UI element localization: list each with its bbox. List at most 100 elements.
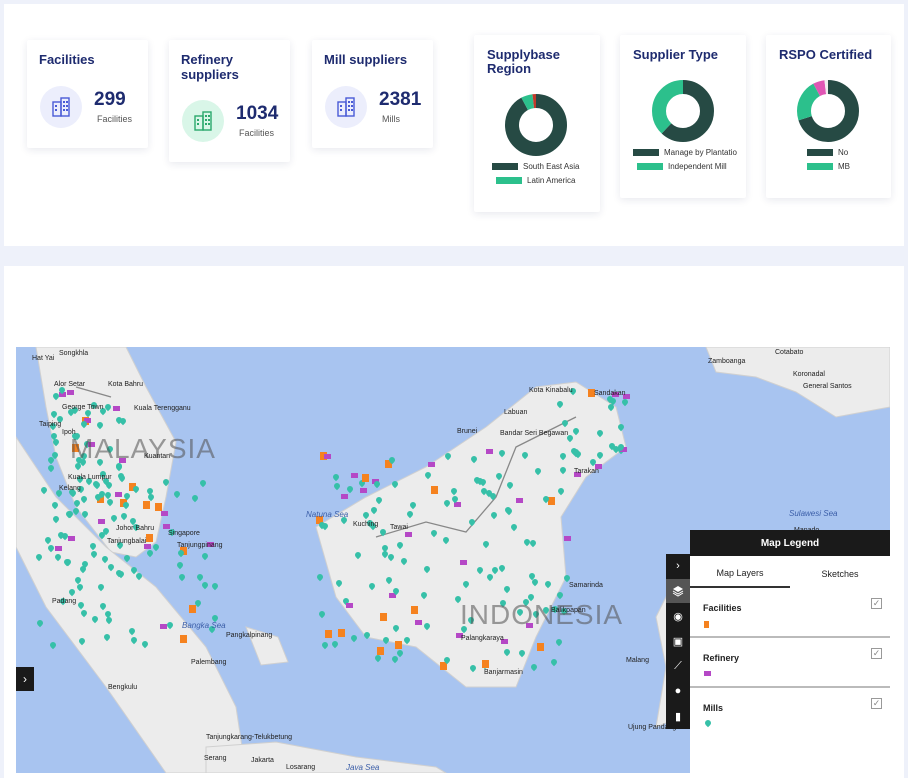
legend-item: Independent Mill	[637, 162, 727, 171]
refinery-marker[interactable]	[564, 535, 571, 541]
legend-row-refinery[interactable]: Refinery ✓	[690, 640, 890, 688]
expand-panel-button[interactable]: ›	[16, 667, 34, 691]
donut-slice	[505, 94, 567, 156]
refinery-card[interactable]: Refinery suppliers 1034 Facilities	[169, 40, 290, 162]
place-label: Kuala Lumpur	[68, 474, 112, 481]
mills-title: Mill suppliers	[324, 52, 408, 67]
rspo-title: RSPO Certified	[779, 47, 873, 62]
facility-marker[interactable]	[188, 604, 196, 613]
chevron-right-icon: ›	[676, 560, 680, 572]
facilities-count: 299	[94, 89, 126, 110]
facility-marker[interactable]	[380, 612, 388, 621]
refinery-marker[interactable]	[98, 519, 105, 525]
place-label: Johor Bahru	[116, 525, 155, 532]
mills-card[interactable]: Mill suppliers 2381 Mills	[312, 40, 433, 148]
facility-marker[interactable]	[430, 485, 438, 494]
refinery-marker[interactable]	[341, 493, 349, 499]
legend-item: No	[807, 148, 848, 157]
region-title: Supplybase Region	[487, 47, 560, 76]
refinery-count: 1034	[236, 103, 279, 124]
refinery-marker[interactable]	[67, 390, 75, 396]
place-label: Kuala Terengganu	[134, 405, 191, 412]
refinery-marker[interactable]	[324, 453, 332, 459]
refinery-marker[interactable]	[427, 461, 435, 467]
type-card[interactable]: Supplier Type Manage by Plantatio Indepe…	[620, 35, 746, 198]
place-label: Kuantan	[144, 453, 171, 460]
facility-marker[interactable]	[179, 635, 187, 644]
legend-row-mills[interactable]: Mills ✓	[690, 690, 890, 738]
refinery-marker[interactable]	[350, 473, 358, 479]
place-label: General Santos	[803, 383, 852, 390]
refinery-marker[interactable]	[460, 560, 468, 566]
refinery-marker[interactable]	[486, 448, 494, 454]
refinery-marker[interactable]	[115, 491, 123, 497]
facility-marker[interactable]	[394, 641, 402, 650]
place-label: Padang	[52, 598, 77, 605]
collapse-legend-button[interactable]: ›	[666, 554, 690, 578]
legend-row-facilities[interactable]: Facilities ✓	[690, 590, 890, 638]
globe-button[interactable]: ◉	[666, 604, 690, 628]
location-button[interactable]: ●	[666, 679, 690, 703]
building-icon	[325, 86, 367, 128]
facilities-unit: Facilities	[97, 114, 133, 124]
refinery-marker[interactable]	[515, 497, 523, 503]
place-label: Balikpapan	[551, 607, 586, 614]
facility-marker[interactable]	[362, 474, 370, 483]
mills-count: 2381	[379, 89, 422, 110]
refinery-marker[interactable]	[68, 535, 76, 541]
refinery-marker[interactable]	[346, 603, 354, 609]
refinery-marker[interactable]	[54, 545, 62, 551]
refinery-marker[interactable]	[415, 620, 423, 626]
legend-title: Map Legend	[690, 530, 890, 556]
region-donut-chart	[505, 94, 567, 156]
region-card[interactable]: Supplybase Region South East Asia Latin …	[474, 35, 600, 212]
place-label: Tarakan	[574, 468, 599, 475]
place-label: Bengkulu	[108, 684, 138, 691]
refinery-marker[interactable]	[160, 624, 168, 630]
facility-marker[interactable]	[377, 646, 385, 655]
sea-label: Bangka Sea	[182, 621, 226, 630]
place-label: Palembang	[191, 659, 227, 666]
facilities-title: Facilities	[39, 52, 95, 67]
facilities-card[interactable]: Facilities 299 Facilities	[27, 40, 148, 148]
place-label: Koronadal	[793, 371, 825, 378]
facility-marker[interactable]	[337, 628, 345, 637]
facility-marker[interactable]	[411, 605, 419, 614]
layers-button[interactable]	[666, 579, 690, 603]
place-label: Palangkaraya	[461, 635, 504, 642]
refinery-marker[interactable]	[359, 487, 367, 493]
layer-checkbox[interactable]: ✓	[871, 648, 882, 659]
place-label: Alor Setar	[54, 381, 86, 388]
image-icon: ▣	[672, 635, 684, 648]
facility-marker[interactable]	[324, 630, 332, 639]
legend-item: South East Asia	[492, 162, 579, 171]
facility-marker[interactable]	[481, 659, 489, 668]
place-label: Banjarmasin	[484, 669, 523, 676]
tab-map-layers[interactable]: Map Layers	[690, 560, 790, 588]
rspo-card[interactable]: RSPO Certified No MB	[766, 35, 891, 198]
image-button[interactable]: ▣	[666, 629, 690, 653]
facility-marker[interactable]	[145, 533, 153, 542]
facility-marker[interactable]	[143, 501, 151, 510]
bookmark-button[interactable]: ▮	[666, 704, 690, 728]
place-label: Serang	[204, 755, 227, 762]
type-title: Supplier Type	[633, 47, 718, 62]
layer-checkbox[interactable]: ✓	[871, 598, 882, 609]
refinery-title: Refinery suppliers	[181, 52, 239, 82]
refinery-marker[interactable]	[113, 405, 121, 411]
layers-icon	[672, 586, 684, 597]
square-icon	[704, 621, 709, 628]
tab-sketches[interactable]: Sketches	[790, 560, 890, 588]
country-label: MALAYSIA	[70, 433, 216, 464]
refinery-marker[interactable]	[404, 532, 412, 538]
measure-button[interactable]: ⟋	[666, 654, 690, 678]
refinery-marker[interactable]	[163, 523, 171, 529]
layer-checkbox[interactable]: ✓	[871, 698, 882, 709]
facility-marker[interactable]	[154, 503, 162, 512]
factory-icon	[182, 100, 224, 142]
place-label: Jakarta	[251, 757, 274, 764]
chevron-right-icon: ›	[23, 672, 27, 686]
refinery-marker[interactable]	[160, 511, 168, 517]
facility-marker[interactable]	[537, 642, 545, 651]
place-label: Sandakan	[594, 390, 626, 397]
